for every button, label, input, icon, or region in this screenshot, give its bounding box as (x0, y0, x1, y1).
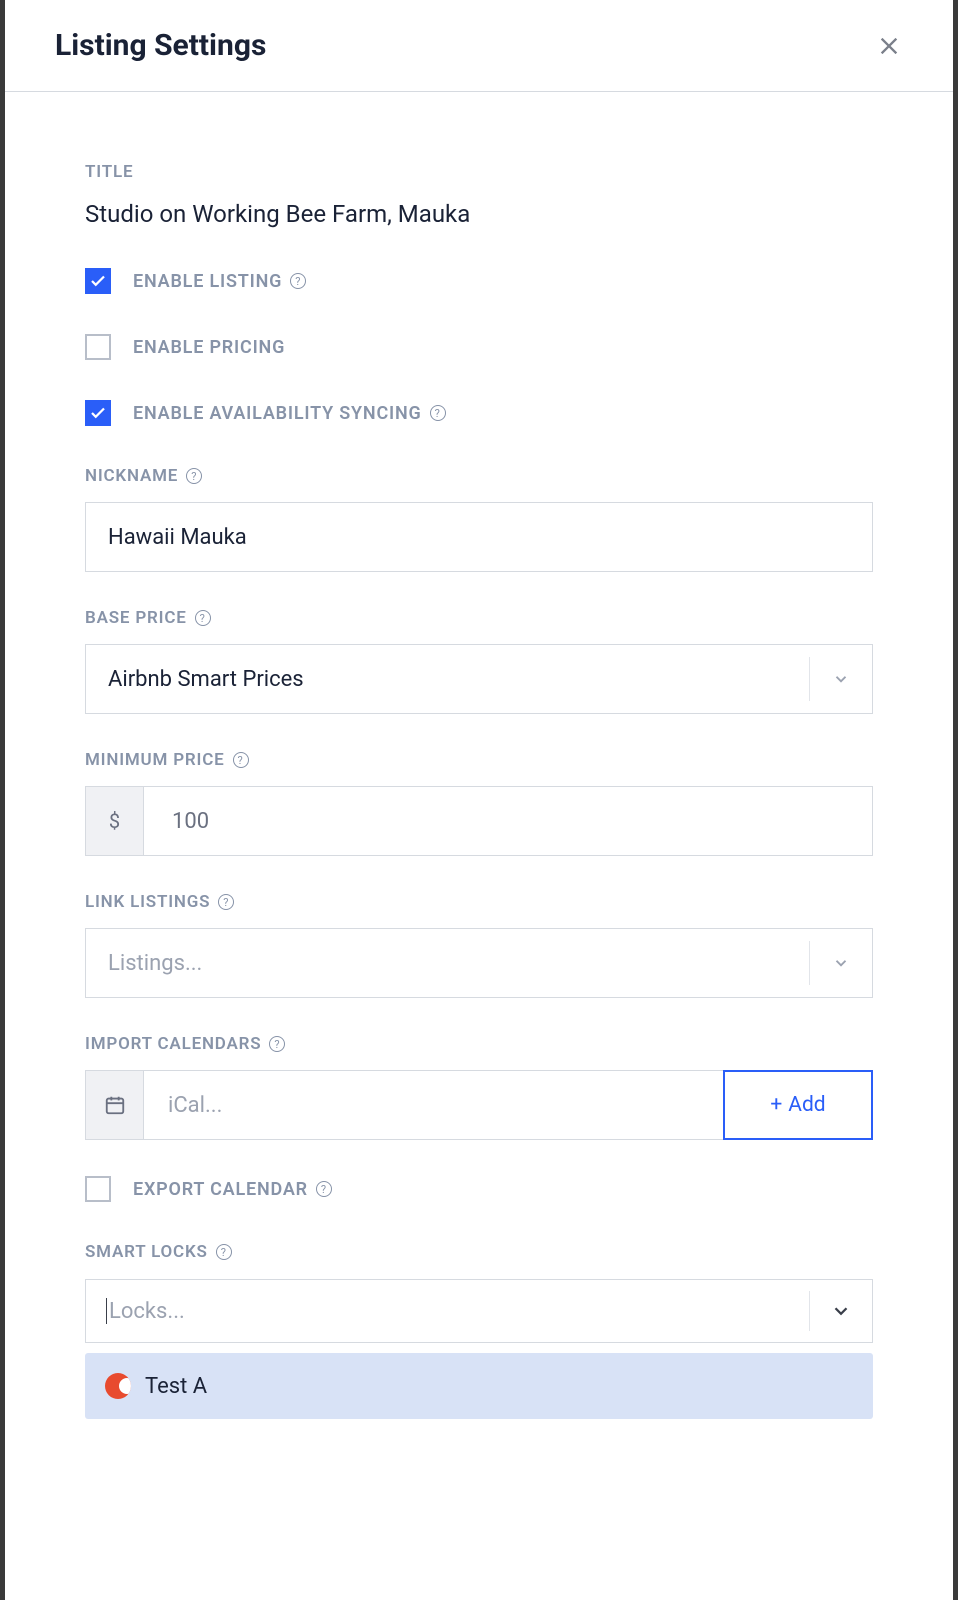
title-value: Studio on Working Bee Farm, Mauka (85, 200, 873, 228)
nickname-input[interactable] (85, 502, 873, 572)
help-icon[interactable] (218, 894, 234, 910)
link-listings-placeholder: Listings... (108, 951, 809, 976)
help-icon[interactable] (290, 273, 306, 289)
enable-availability-label: ENABLE AVAILABILITY SYNCING (133, 403, 446, 424)
check-icon (89, 272, 107, 290)
import-calendars-section: IMPORT CALENDARS + (85, 1034, 873, 1140)
smart-locks-label: SMART LOCKS (85, 1242, 232, 1262)
listing-settings-modal: Listing Settings TITLE Studio on Working… (0, 0, 958, 1600)
enable-listing-label: ENABLE LISTING (133, 271, 306, 292)
smart-locks-section: SMART LOCKS Locks... Test A (85, 1242, 873, 1419)
title-label: TITLE (85, 162, 133, 182)
lock-brand-icon (105, 1373, 131, 1399)
help-icon[interactable] (233, 752, 249, 768)
calendar-addon (86, 1071, 144, 1139)
chevron-down-icon (832, 670, 850, 688)
base-price-select[interactable]: Airbnb Smart Prices (85, 644, 873, 714)
currency-addon: $ (86, 787, 144, 855)
enable-pricing-row: ENABLE PRICING (85, 334, 873, 360)
base-price-value: Airbnb Smart Prices (108, 667, 809, 692)
add-calendar-button[interactable]: + Add (723, 1070, 873, 1140)
min-price-input-group: $ (85, 786, 873, 856)
check-icon (89, 404, 107, 422)
base-price-label: BASE PRICE (85, 608, 211, 628)
enable-pricing-checkbox[interactable] (85, 334, 111, 360)
enable-pricing-label: ENABLE PRICING (133, 337, 285, 358)
enable-availability-checkbox[interactable] (85, 400, 111, 426)
option-label: Test A (145, 1374, 207, 1399)
link-listings-section: LINK LISTINGS Listings... (85, 892, 873, 998)
modal-title: Listing Settings (55, 28, 266, 63)
import-calendars-label: IMPORT CALENDARS (85, 1034, 285, 1054)
export-calendar-label: EXPORT CALENDAR (133, 1179, 332, 1200)
link-listings-select[interactable]: Listings... (85, 928, 873, 998)
text-cursor (106, 1298, 107, 1324)
enable-listing-row: ENABLE LISTING (85, 268, 873, 294)
help-icon[interactable] (430, 405, 446, 421)
plus-icon: + (770, 1093, 782, 1117)
help-icon[interactable] (216, 1244, 232, 1260)
close-icon[interactable] (875, 32, 903, 60)
min-price-input[interactable] (144, 787, 872, 855)
chevron-down-icon (830, 1300, 852, 1322)
enable-availability-row: ENABLE AVAILABILITY SYNCING (85, 400, 873, 426)
smart-locks-dropdown: Locks... Test A (85, 1279, 873, 1419)
calendar-icon (104, 1094, 126, 1116)
help-icon[interactable] (269, 1036, 285, 1052)
base-price-section: BASE PRICE Airbnb Smart Prices (85, 608, 873, 714)
help-icon[interactable] (316, 1181, 332, 1197)
nickname-section: NICKNAME (85, 466, 873, 572)
smart-locks-option[interactable]: Test A (85, 1353, 873, 1419)
min-price-label: MINIMUM PRICE (85, 750, 249, 770)
export-calendar-row: EXPORT CALENDAR (85, 1176, 873, 1202)
ical-group: + Add (85, 1070, 873, 1140)
nickname-label: NICKNAME (85, 466, 202, 486)
smart-locks-search[interactable]: Locks... (85, 1279, 873, 1343)
chevron-down-icon (832, 954, 850, 972)
link-listings-label: LINK LISTINGS (85, 892, 234, 912)
enable-listing-checkbox[interactable] (85, 268, 111, 294)
modal-header: Listing Settings (5, 0, 953, 92)
help-icon[interactable] (186, 468, 202, 484)
ical-input[interactable] (144, 1071, 723, 1139)
min-price-section: MINIMUM PRICE $ (85, 750, 873, 856)
export-calendar-checkbox[interactable] (85, 1176, 111, 1202)
modal-body: TITLE Studio on Working Bee Farm, Mauka … (5, 92, 953, 1419)
help-icon[interactable] (195, 610, 211, 626)
